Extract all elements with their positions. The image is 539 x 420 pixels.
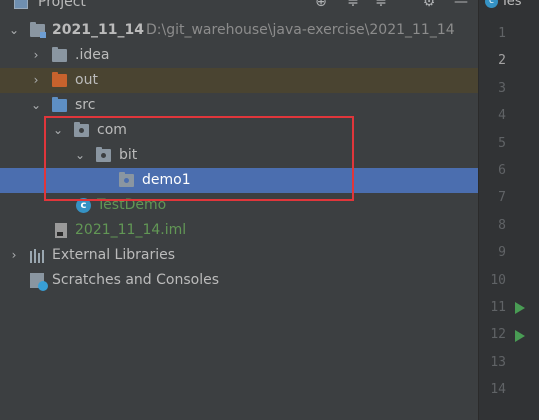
chevron-down-icon[interactable]: ⌄ xyxy=(74,143,86,168)
hide-icon[interactable]: — xyxy=(452,0,470,10)
line-number: 14 xyxy=(490,382,506,398)
tree-item-label: Scratches and Consoles xyxy=(52,272,219,288)
line-number: 13 xyxy=(490,354,506,370)
project-tool-window-header: Project ⊕ ≑ ≑ ⚙ — xyxy=(0,0,478,14)
tree-item-idea[interactable]: › .idea xyxy=(0,43,478,68)
tree-item-com[interactable]: ⌄ com xyxy=(0,118,478,143)
tree-item-label: .idea xyxy=(75,47,110,63)
editor-tab-label: Tes xyxy=(501,0,522,9)
tree-item-label: bit xyxy=(119,147,138,163)
tree-item-label: src xyxy=(75,97,96,113)
line-number: 1 xyxy=(498,26,506,41)
root-module-name: 2021_11_14 xyxy=(52,22,144,38)
chevron-right-icon[interactable]: › xyxy=(8,243,20,268)
tree-item-label: External Libraries xyxy=(52,247,175,263)
excluded-folder-icon xyxy=(52,72,67,87)
expand-all-icon[interactable]: ≑ xyxy=(344,0,362,10)
project-icon xyxy=(14,0,28,9)
tree-item-iml[interactable]: 2021_11_14.iml xyxy=(0,218,478,243)
libraries-icon xyxy=(30,249,46,263)
tree-item-out[interactable]: › out xyxy=(0,68,478,93)
java-class-icon: c xyxy=(76,198,91,213)
line-number: 8 xyxy=(498,217,506,233)
locate-icon[interactable]: ⊕ xyxy=(312,0,330,10)
package-icon xyxy=(74,122,89,137)
gear-icon[interactable]: ⚙ xyxy=(420,0,438,10)
tree-item-src[interactable]: ⌄ src xyxy=(0,93,478,118)
tree-item-root[interactable]: ⌄ 2021_11_14 D:\git_warehouse\java-exerc… xyxy=(0,18,478,43)
line-number: 2 xyxy=(498,53,506,69)
editor-tab[interactable]: c Tes xyxy=(485,0,522,10)
tree-item-label: out xyxy=(75,72,98,88)
project-view-title[interactable]: Project xyxy=(38,0,86,10)
folder-icon xyxy=(52,47,67,62)
line-number: 10 xyxy=(490,272,506,288)
package-icon xyxy=(96,147,111,162)
module-folder-icon xyxy=(30,22,46,38)
tree-item-label: TestDemo xyxy=(97,197,167,213)
chevron-down-icon[interactable]: ⌄ xyxy=(30,93,42,118)
line-number: 4 xyxy=(498,108,506,124)
line-number: 9 xyxy=(498,245,506,261)
tree-item-label: com xyxy=(97,122,127,138)
line-number: 7 xyxy=(498,190,506,206)
chevron-down-icon[interactable]: ⌄ xyxy=(52,118,64,143)
tree-item-label: 2021_11_14.iml xyxy=(75,222,187,238)
tree-item-scratches[interactable]: Scratches and Consoles xyxy=(0,268,478,293)
line-number: 12 xyxy=(490,327,506,343)
java-class-icon: c xyxy=(485,0,498,8)
line-number: 11 xyxy=(490,300,506,315)
tree-item-bit[interactable]: ⌄ bit xyxy=(0,143,478,168)
root-module-path: D:\git_warehouse\java-exercise\2021_11_1… xyxy=(146,22,455,38)
run-icon[interactable] xyxy=(515,302,525,314)
line-number: 5 xyxy=(498,135,506,151)
collapse-all-icon[interactable]: ≑ xyxy=(372,0,390,10)
chevron-down-icon[interactable]: ⌄ xyxy=(8,18,20,43)
scratches-icon xyxy=(30,273,48,291)
source-folder-icon xyxy=(52,97,67,112)
chevron-right-icon[interactable]: › xyxy=(30,68,42,93)
tree-item-external-libraries[interactable]: › External Libraries xyxy=(0,243,478,268)
package-icon xyxy=(119,172,134,187)
tree-item-demo1[interactable]: demo1 xyxy=(0,168,478,193)
iml-file-icon xyxy=(55,223,67,238)
tree-item-testdemo[interactable]: c TestDemo xyxy=(0,193,478,218)
tree-item-label: demo1 xyxy=(142,172,191,188)
run-icon[interactable] xyxy=(515,330,525,342)
line-number: 6 xyxy=(498,163,506,178)
chevron-right-icon[interactable]: › xyxy=(30,43,42,68)
line-number: 3 xyxy=(498,80,506,96)
